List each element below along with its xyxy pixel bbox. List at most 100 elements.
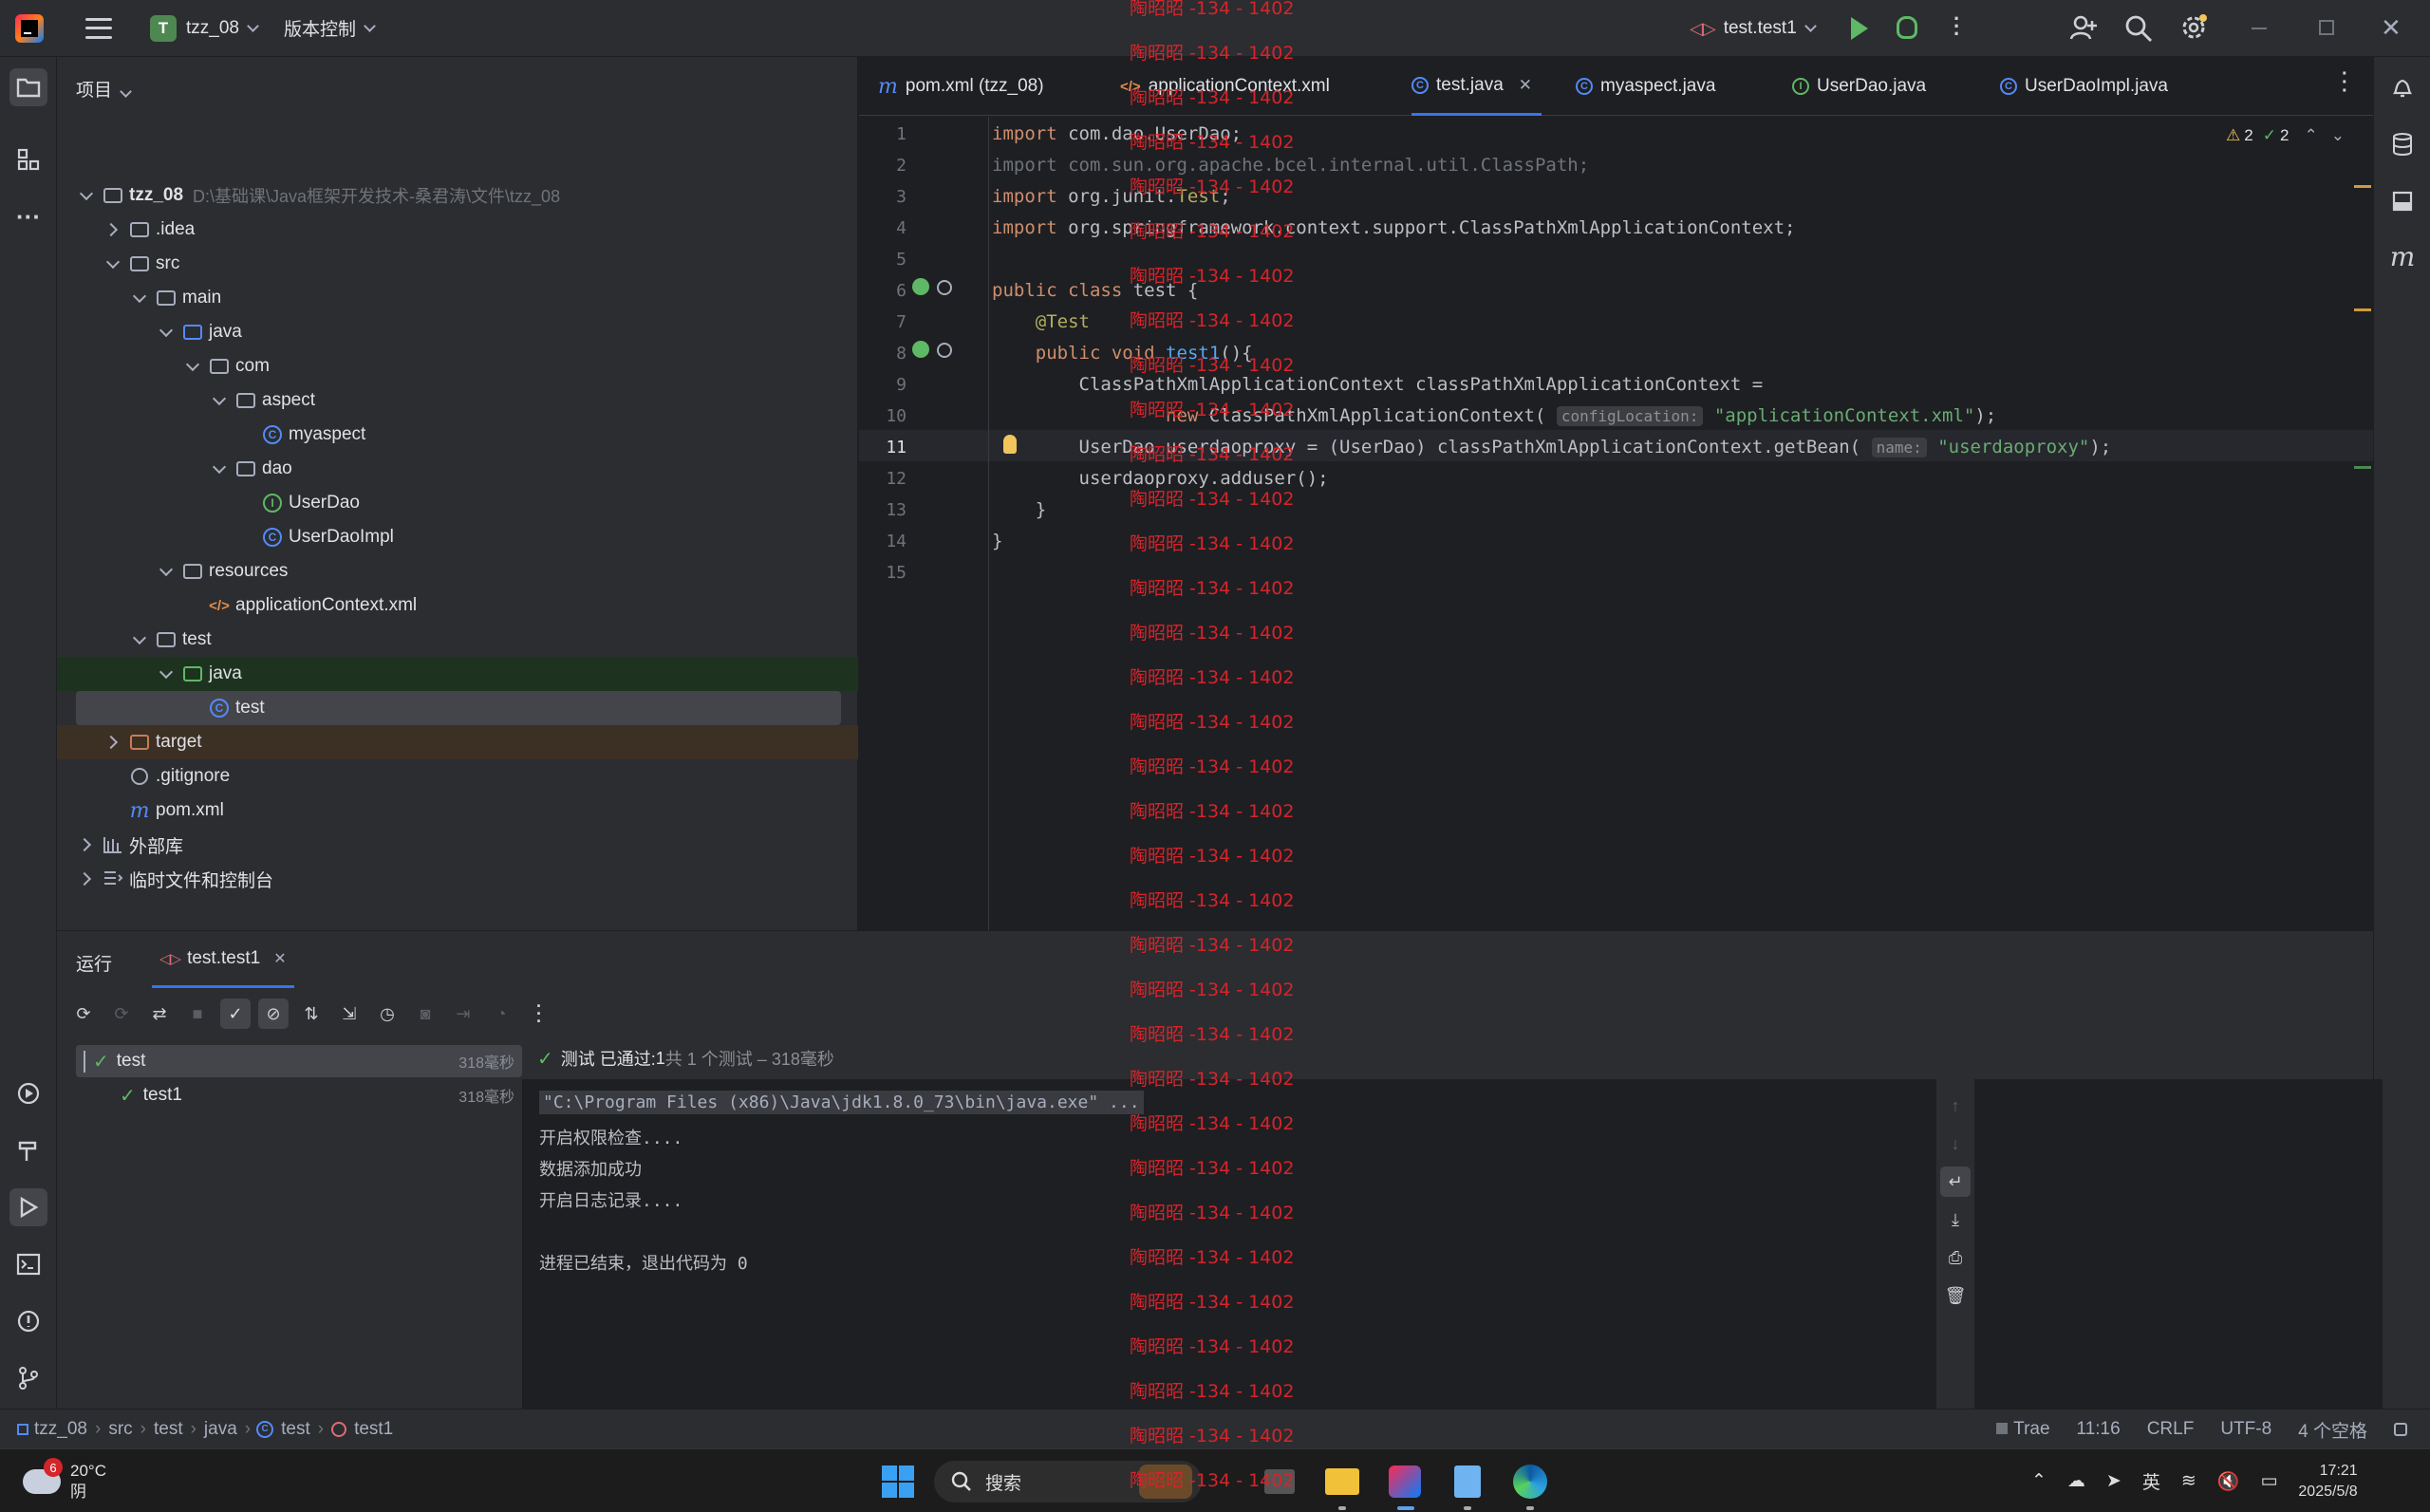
code-editor[interactable]: 1 2 3 4 5 6 7 8 9 10 11 12 13 14 15 impo… <box>859 117 2373 930</box>
clear-trash-icon[interactable]: 🗑 <box>1940 1280 1971 1311</box>
tree-row-src[interactable]: src <box>57 247 858 281</box>
tree-row-appcontext[interactable]: </> applicationContext.xml <box>57 588 858 623</box>
history-icon[interactable]: ◷ <box>372 999 402 1029</box>
breadcrumb[interactable]: test <box>281 1419 310 1440</box>
indent-setting[interactable]: 4 个空格 <box>2298 1417 2367 1443</box>
expand-arrow-icon[interactable] <box>104 221 122 238</box>
test-method-row[interactable]: ✓ test1 318毫秒 <box>76 1079 522 1111</box>
tab-userdao[interactable]: I UserDao.java <box>1792 57 1926 116</box>
breakpoint-gutter-icon[interactable] <box>937 343 952 358</box>
tab-test-java[interactable]: C test.java ✕ <box>1411 57 1542 116</box>
terminal-icon[interactable] <box>9 1245 47 1283</box>
toggle-auto-test-icon[interactable]: ⇄ <box>144 999 175 1029</box>
print-icon[interactable]: ⎙ <box>1940 1242 1971 1273</box>
tree-row-pom[interactable]: m pom.xml <box>57 793 858 828</box>
tree-row-myaspect[interactable]: C myaspect <box>57 418 858 452</box>
notifications-bell-icon[interactable] <box>2383 68 2421 106</box>
more-options-icon[interactable]: · · · <box>524 998 554 1030</box>
tab-pom-xml[interactable]: m pom.xml (tzz_08) <box>878 57 1044 116</box>
notepad-icon[interactable] <box>1447 1461 1488 1503</box>
run-config-selector[interactable]: test.test1 <box>1724 18 1797 39</box>
caret-position[interactable]: 11:16 <box>2077 1419 2121 1440</box>
chevron-up-icon[interactable]: ⌃ <box>2031 1470 2047 1492</box>
windows-start-icon[interactable] <box>877 1461 919 1503</box>
tree-row-idea[interactable]: .idea <box>57 213 858 247</box>
add-user-icon[interactable] <box>2069 13 2098 42</box>
expand-arrow-icon[interactable] <box>158 665 175 682</box>
expand-arrow-icon[interactable] <box>211 460 228 477</box>
more-actions-icon[interactable]: · · · <box>1953 9 1960 45</box>
chevron-down-icon[interactable] <box>247 19 259 32</box>
tab-application-context[interactable]: </> applicationContext.xml <box>1120 57 1330 116</box>
expand-arrow-icon[interactable] <box>84 1051 85 1072</box>
expand-arrow-icon[interactable] <box>211 392 228 409</box>
breadcrumb[interactable]: java <box>204 1419 237 1440</box>
run-tab[interactable]: ◁▷ test.test1 ✕ <box>152 931 294 988</box>
tree-row-test-folder[interactable]: test <box>57 623 858 657</box>
close-tab-icon[interactable]: ✕ <box>1519 76 1532 95</box>
close-window-icon[interactable]: ✕ <box>2381 13 2402 43</box>
debug-icon[interactable] <box>1897 16 1917 39</box>
tree-row-target[interactable]: target <box>57 725 858 759</box>
console-output[interactable]: "C:\Program Files (x86)\Java\jdk1.8.0_73… <box>522 1079 2383 1409</box>
collapse-icon[interactable]: ⇲ <box>334 999 364 1029</box>
main-menu-icon[interactable] <box>85 17 112 39</box>
tree-row-test-java[interactable]: java <box>57 657 858 691</box>
tree-row-scratches[interactable]: 临时文件和控制台 <box>57 862 858 896</box>
tree-row-resources[interactable]: resources <box>57 554 858 588</box>
more-tools-icon[interactable]: ··· <box>9 197 47 235</box>
vcs-menu[interactable]: 版本控制 <box>284 15 356 41</box>
onedrive-cloud-icon[interactable]: ☁ <box>2067 1470 2085 1492</box>
breadcrumb[interactable]: test <box>154 1419 183 1440</box>
soft-wrap-icon[interactable]: ↵ <box>1940 1167 1971 1197</box>
run-icon[interactable] <box>1851 17 1868 40</box>
run-test-method-gutter-icon[interactable] <box>912 341 929 358</box>
inspection-widget[interactable]: ⚠ 2 ✓ 2 ⌃ ⌄ <box>2226 126 2345 145</box>
chevron-down-icon[interactable]: ⌄ <box>2331 126 2345 145</box>
tree-row-userdao[interactable]: I UserDao <box>57 486 858 520</box>
test-suite-row[interactable]: ✓ test 318毫秒 <box>76 1045 522 1077</box>
tree-row-root[interactable]: tzz_08 D:\基础课\Java框架开发技术-桑君涛\文件\tzz_08 <box>57 178 858 213</box>
clock-date[interactable]: 2025/5/8 <box>2298 1482 2357 1503</box>
build-hammer-icon[interactable] <box>9 1131 47 1169</box>
expand-arrow-icon[interactable] <box>131 631 148 648</box>
minimize-icon[interactable] <box>2252 28 2267 29</box>
tree-row-userdaoimpl[interactable]: C UserDaoImpl <box>57 520 858 554</box>
read-only-lock-icon[interactable] <box>2394 1423 2407 1436</box>
tree-row-java[interactable]: java <box>57 315 858 349</box>
rerun-icon[interactable]: ⟳ <box>68 999 99 1029</box>
expand-arrow-icon[interactable] <box>78 187 95 204</box>
project-badge[interactable]: T <box>150 14 177 42</box>
expand-arrow-icon[interactable] <box>158 563 175 580</box>
tree-row-gitignore[interactable]: .gitignore <box>57 759 858 793</box>
maven-icon[interactable]: m <box>2383 237 2421 275</box>
expand-arrow-icon[interactable] <box>158 324 175 341</box>
database-icon[interactable] <box>2383 125 2421 163</box>
chevron-up-icon[interactable]: ⌃ <box>2304 126 2317 145</box>
bookmarks-icon[interactable] <box>2383 182 2421 220</box>
expand-arrow-icon[interactable] <box>78 836 95 853</box>
sort-icon[interactable]: ⇅ <box>296 999 327 1029</box>
expand-arrow-icon[interactable] <box>104 734 122 751</box>
maximize-icon[interactable] <box>2319 20 2334 35</box>
tab-myaspect[interactable]: C myaspect.java <box>1576 57 1715 116</box>
search-icon[interactable] <box>2124 14 2153 43</box>
file-explorer-icon[interactable] <box>1321 1461 1363 1503</box>
problems-icon[interactable] <box>9 1302 47 1340</box>
tree-row-com[interactable]: com <box>57 349 858 383</box>
expand-arrow-icon[interactable] <box>78 870 95 887</box>
structure-icon[interactable] <box>9 140 47 178</box>
intellij-taskbar-icon[interactable] <box>1384 1461 1426 1503</box>
tab-overflow-icon[interactable]: · · · <box>2342 65 2348 101</box>
weather-widget[interactable]: 6 20°C 阴 <box>23 1458 106 1504</box>
git-branch-icon[interactable] <box>9 1359 47 1397</box>
tab-userdaoimpl[interactable]: C UserDaoImpl.java <box>2000 57 2168 116</box>
taskbar-search-box[interactable]: 搜索 <box>934 1461 1202 1503</box>
location-arrow-icon[interactable]: ➤ <box>2106 1470 2122 1492</box>
run-tool-icon[interactable] <box>9 1188 47 1226</box>
battery-icon[interactable]: ▭ <box>2260 1470 2277 1492</box>
task-view-icon[interactable] <box>1259 1461 1300 1503</box>
volume-muted-icon[interactable]: 🔇 <box>2217 1470 2240 1493</box>
scroll-to-end-icon[interactable]: ⤓ <box>1940 1204 1971 1235</box>
tree-row-main[interactable]: main <box>57 281 858 315</box>
